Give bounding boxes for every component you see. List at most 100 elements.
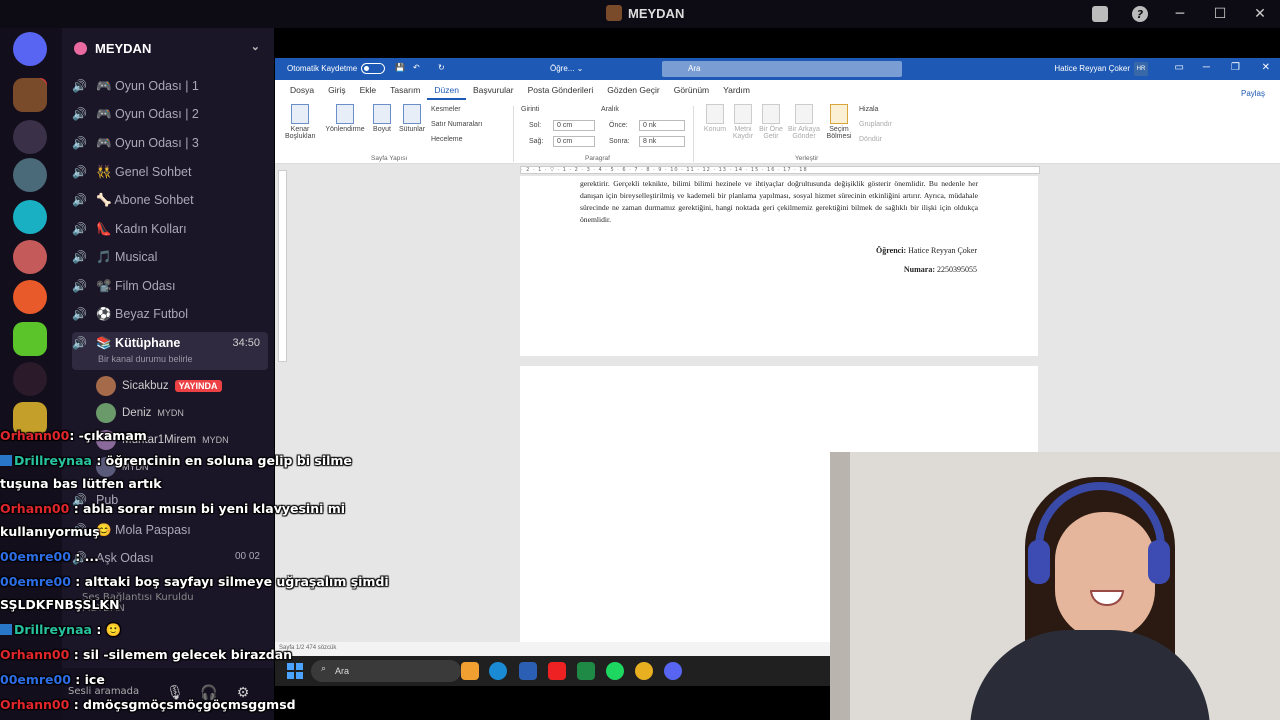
send-backward-button[interactable]: Bir Arkaya Gönder <box>787 104 821 140</box>
server-icon <box>74 41 87 55</box>
minimize-button[interactable]: ─ <box>1160 3 1200 25</box>
channel-film-odasi[interactable]: 🔊 📽️ Film Odası <box>72 274 268 298</box>
tab-giris[interactable]: Giriş <box>321 80 352 100</box>
discord-titlebar: MEYDAN ? ─ ☐ ✕ <box>0 0 1280 28</box>
tab-yardim[interactable]: Yardım <box>716 80 757 100</box>
channel-abone-sohbet[interactable]: 🔊 🦴 Abone Sohbet <box>72 188 268 212</box>
channel-oyun-1[interactable]: 🔊 🎮 Oyun Odası | 1 <box>72 74 268 98</box>
spotify-icon[interactable] <box>606 662 624 680</box>
server-icon[interactable] <box>13 200 47 234</box>
youtube-icon[interactable] <box>548 662 566 680</box>
ribbon: Kenar Boşlukları Yönlendirme Boyut Sütun… <box>275 100 1280 164</box>
indent-left-input[interactable]: 0 cm <box>553 120 595 131</box>
channel-kadin-kollari[interactable]: 🔊 👠 Kadın Kolları <box>72 217 268 241</box>
edge-icon[interactable] <box>489 662 507 680</box>
tab-duzen[interactable]: Düzen <box>427 80 466 100</box>
document-name[interactable]: Öğre... ⌄ <box>550 64 583 73</box>
server-icon[interactable] <box>13 280 47 314</box>
chat-message: SŞLDKFNBŞSLKN <box>0 597 120 612</box>
student-line[interactable]: Öğrenci: Hatice Reyyan Çoker <box>876 246 977 255</box>
maximize-button[interactable]: ☐ <box>1200 3 1240 25</box>
folder-icon[interactable] <box>461 662 479 680</box>
channel-ask-odasi[interactable]: 🔊 Aşk Odası 00 02 <box>72 546 268 570</box>
badge-icon <box>0 624 12 635</box>
undo-icon[interactable]: ↶ <box>413 63 420 72</box>
size-button[interactable]: Boyut <box>371 104 393 133</box>
chrome-icon[interactable] <box>635 662 653 680</box>
orientation-icon <box>336 104 354 124</box>
breaks-button[interactable]: Kesmeler <box>431 106 461 113</box>
tab-dosya[interactable]: Dosya <box>283 80 321 100</box>
chat-message: 00emre00 : alttaki boş sayfayı silmeye u… <box>0 574 389 589</box>
columns-button[interactable]: Sütunlar <box>397 104 427 133</box>
tab-ekle[interactable]: Ekle <box>353 80 384 100</box>
columns-icon <box>403 104 421 124</box>
chat-message: 00emre00 : ice <box>0 672 105 687</box>
hyphenation-button[interactable]: Heceleme <box>431 136 463 143</box>
server-icon[interactable] <box>13 240 47 274</box>
channel-status[interactable]: Bir kanal durumu belirle <box>98 354 193 364</box>
autosave-toggle[interactable] <box>361 63 385 74</box>
document-page[interactable]: gerektirir. Gerçekli teknikte, bilimi bi… <box>520 176 1038 356</box>
user-avatar[interactable]: HR <box>1134 62 1148 76</box>
discord-icon[interactable] <box>664 662 682 680</box>
tab-tasarim[interactable]: Tasarım <box>383 80 427 100</box>
taskbar-search[interactable]: Ara <box>311 660 461 682</box>
start-icon[interactable] <box>287 663 303 679</box>
chat-message: 00emre00 : ... <box>0 549 99 564</box>
channel-genel-sohbet[interactable]: 🔊 👯 Genel Sohbet <box>72 160 268 184</box>
group-button[interactable]: Gruplandır <box>859 121 892 128</box>
wrap-text-button[interactable]: Metni Kaydır <box>731 104 755 140</box>
rotate-button[interactable]: Döndür <box>859 136 882 143</box>
align-button[interactable]: Hizala <box>859 106 878 113</box>
server-icon[interactable] <box>13 362 47 396</box>
tab-basvurular[interactable]: Başvurular <box>466 80 521 100</box>
tab-posta[interactable]: Posta Gönderileri <box>521 80 601 100</box>
word-icon[interactable] <box>519 662 537 680</box>
search-input[interactable]: Ara <box>662 61 902 77</box>
server-header[interactable]: MEYDAN ⌄ <box>62 28 274 68</box>
chat-message: Orhann00 : dmöçsgmöçsmöçgöçmsggmsd <box>0 697 296 712</box>
tab-gozden-gecir[interactable]: Gözden Geçir <box>600 80 666 100</box>
spacing-before-input[interactable]: 0 nk <box>639 120 685 131</box>
channel-beyaz-futbol[interactable]: 🔊 ⚽ Beyaz Futbol <box>72 302 268 326</box>
voice-user[interactable]: Sicakbuz YAYINDA <box>96 375 222 397</box>
close-button[interactable]: ✕ <box>1262 62 1270 73</box>
speaker-icon: 🔊 <box>72 250 87 264</box>
redo-icon[interactable]: ↻ <box>438 63 445 72</box>
server-icon[interactable] <box>13 120 47 154</box>
channel-oyun-3[interactable]: 🔊 🎮 Oyun Odası | 3 <box>72 131 268 155</box>
paragraph-text[interactable]: gerektirir. Gerçekli teknikte, bilimi bi… <box>580 178 978 226</box>
indent-right-input[interactable]: 0 cm <box>553 136 595 147</box>
voice-user[interactable]: Deniz MYDN <box>96 402 184 424</box>
orientation-button[interactable]: Yönlendirme <box>323 104 367 133</box>
bring-forward-button[interactable]: Bir Öne Getir <box>759 104 783 140</box>
selection-pane-button[interactable]: Seçim Bölmesi <box>825 104 853 140</box>
margins-button[interactable]: Kenar Boşlukları <box>285 104 316 140</box>
tab-gorunum[interactable]: Görünüm <box>667 80 716 100</box>
chat-message: Orhann00 : abla sorar mısın bi yeni klav… <box>0 501 346 516</box>
position-button[interactable]: Konum <box>703 104 727 133</box>
minimize-button[interactable]: ─ <box>1203 62 1210 73</box>
margins-icon <box>291 104 309 124</box>
size-icon <box>373 104 391 124</box>
save-icon[interactable]: 💾 <box>395 63 405 72</box>
help-icon[interactable]: ? <box>1120 3 1160 25</box>
restore-button[interactable]: ❐ <box>1231 62 1240 73</box>
close-button[interactable]: ✕ <box>1240 3 1280 25</box>
channel-mola-paspasi[interactable]: 🔊 😊 Mola Paspası <box>72 518 268 542</box>
inbox-icon[interactable] <box>1080 3 1120 25</box>
channel-oyun-2[interactable]: 🔊 🎮 Oyun Odası | 2 <box>72 102 268 126</box>
number-line[interactable]: Numara: 2250395055 <box>904 265 977 274</box>
server-icon[interactable] <box>13 322 47 356</box>
server-meydan-icon[interactable] <box>13 78 47 112</box>
server-icon[interactable] <box>13 158 47 192</box>
channel-musical[interactable]: 🔊 🎵 Musical <box>72 245 268 269</box>
ribbon-display-icon[interactable]: ▭ <box>1175 62 1184 73</box>
discord-home-icon[interactable] <box>13 32 47 66</box>
chevron-down-icon[interactable]: ⌄ <box>251 40 260 53</box>
excel-icon[interactable] <box>577 662 595 680</box>
line-numbers-button[interactable]: Satır Numaraları <box>431 121 482 128</box>
spacing-after-input[interactable]: 8 nk <box>639 136 685 147</box>
channel-kutuphane[interactable]: 🔊 📚 Kütüphane 34:50 Bir kanal durumu bel… <box>72 332 268 370</box>
